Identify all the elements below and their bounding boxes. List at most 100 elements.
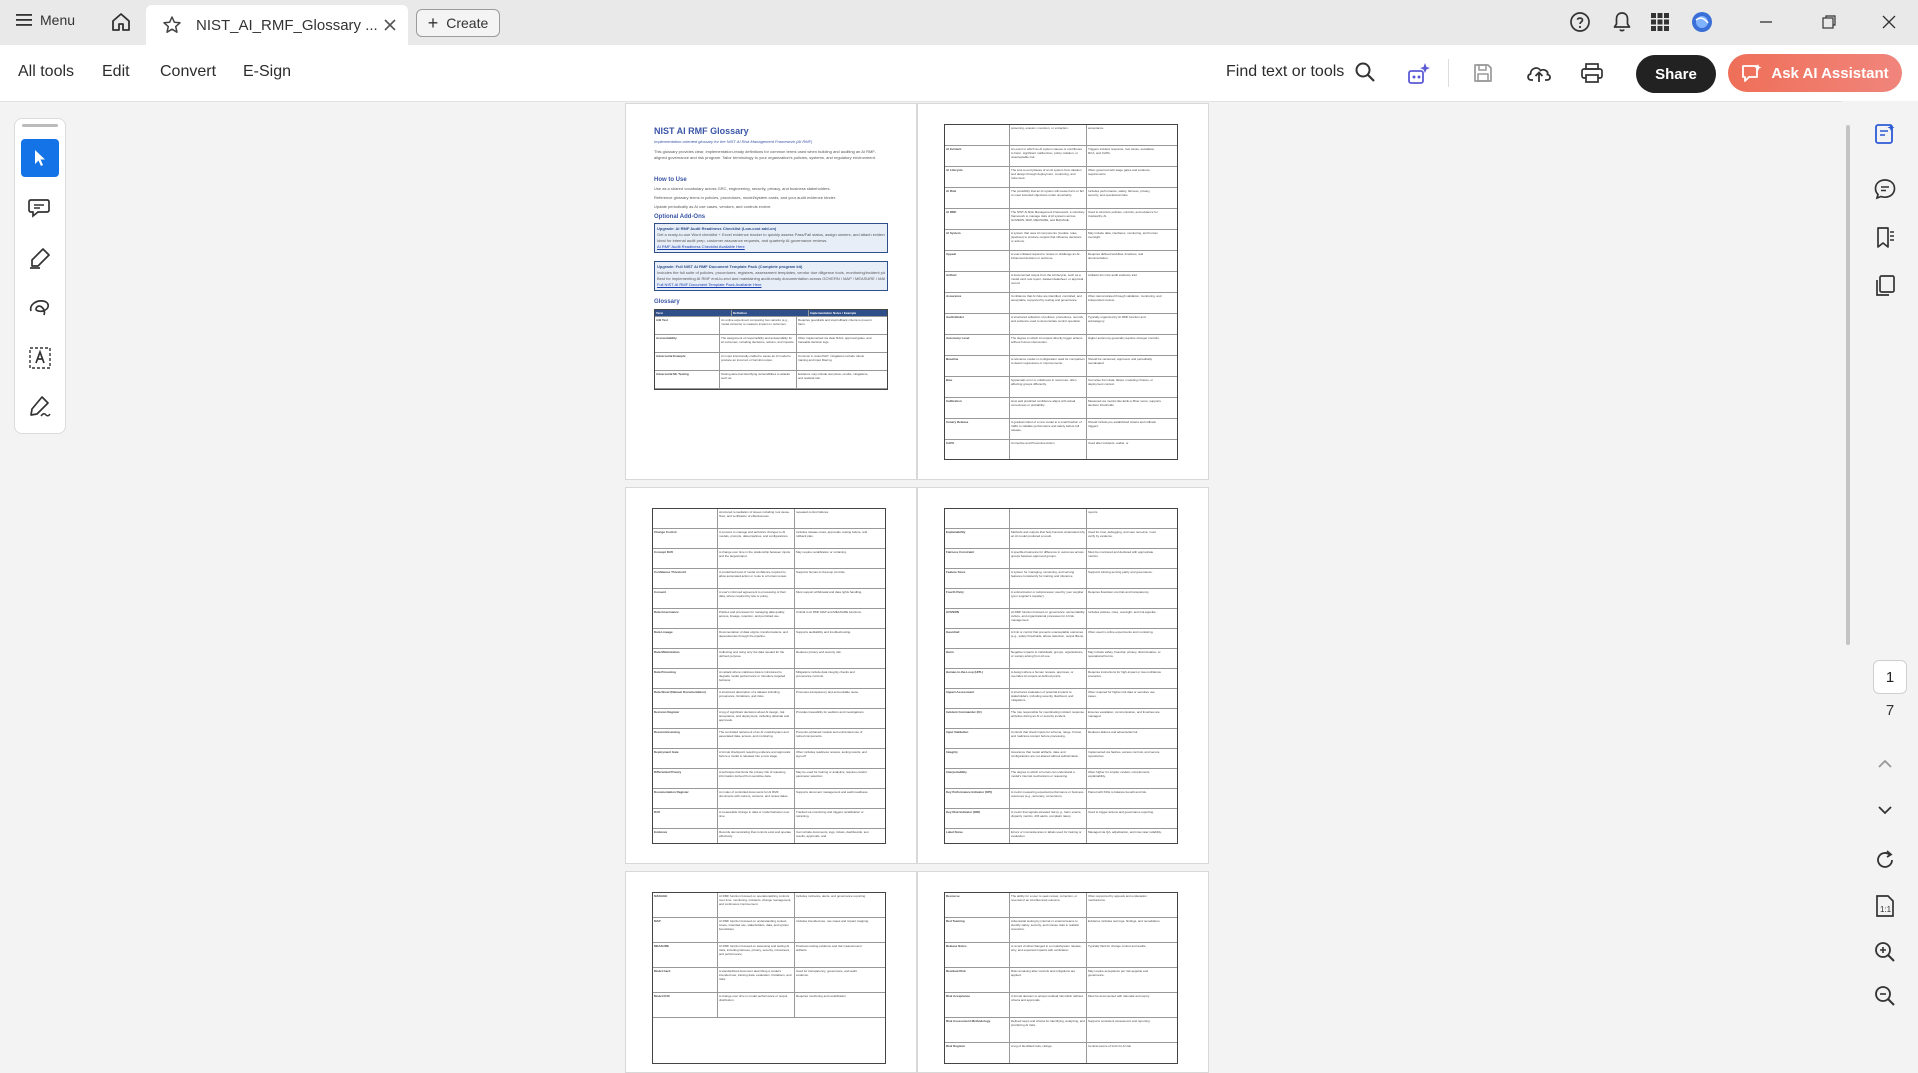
vertical-scrollbar[interactable] (1846, 125, 1850, 645)
table-cell: Canary Release (945, 419, 1010, 439)
create-button[interactable]: + Create (416, 9, 500, 37)
current-page-input[interactable]: 1 (1873, 660, 1907, 694)
text-box-button[interactable] (21, 339, 59, 377)
document-page-3[interactable]: structured remediation of issues includi… (625, 487, 917, 864)
ai-tools-icon[interactable] (1406, 61, 1432, 92)
table-cell: Assurance (945, 293, 1010, 313)
doc-intro: This glossary provides clear, implementa… (654, 149, 877, 160)
table-cell: A documented output from the AI lifecycl… (1010, 272, 1087, 292)
table-row: Data Lineage Documentation of data origin… (653, 629, 885, 649)
sign-tool-button[interactable] (21, 387, 59, 425)
table-cell: Often required for higher-risk data or s… (1088, 690, 1155, 698)
edit-menu[interactable]: Edit (102, 63, 130, 81)
draw-tool-button[interactable] (21, 289, 59, 327)
table-cell: Feature Store (945, 569, 1010, 588)
scroll-down-button[interactable] (1870, 795, 1900, 825)
table-cell: Label Noise (945, 829, 1010, 843)
table-cell: Fourth Party (945, 589, 1010, 608)
document-page-4[interactable]: reports. Explainability Methods and output… (917, 487, 1209, 864)
table-cell: Must support withdrawal and data rights … (796, 590, 863, 594)
find-label: Find text or tools (1226, 63, 1345, 80)
help-icon[interactable] (1566, 10, 1594, 34)
apps-grid-icon[interactable] (1646, 10, 1674, 34)
table-cell: Key Risk Indicator (KRI) (945, 809, 1010, 828)
scroll-up-button[interactable] (1870, 749, 1900, 779)
upload-cloud-icon[interactable] (1526, 62, 1552, 89)
table-cell: A record of what changed in a model/syst… (1010, 943, 1087, 967)
highlight-tool-button[interactable] (21, 239, 59, 277)
notifications-bell-icon[interactable] (1608, 10, 1636, 34)
table-header: Term Definition Implementation Notes / E… (655, 310, 887, 317)
table-row: Differential Privacy A technique that lim… (653, 769, 885, 789)
table-cell: Interpretability (945, 769, 1010, 788)
user-avatar[interactable] (1688, 10, 1716, 34)
document-page-5[interactable]: MANAGE AI RMF function focused on operati… (625, 871, 917, 1073)
page-fit-button[interactable]: 1:1 (1870, 891, 1900, 921)
table-cell: A formal decision to accept residual ris… (1010, 993, 1087, 1017)
home-button[interactable] (110, 11, 132, 36)
table-cell: AI RMF function focused on understanding… (718, 918, 795, 942)
table-row: Risk Acceptance A formal decision to acce… (945, 993, 1177, 1018)
table-cell: MEASURE (653, 943, 718, 967)
table-cell: Deployment Gate (653, 749, 718, 768)
glossary-table: reports. Explainability Methods and output… (944, 508, 1178, 844)
table-row: Accountability The assignment of responsi… (655, 335, 887, 353)
table-cell: A system that uses AI components (models… (1010, 230, 1087, 250)
table-cell: Reduces failures and adversarial risk. (1088, 730, 1139, 734)
close-window-icon[interactable] (1875, 10, 1903, 34)
how-to-use-item: Update periodically as AI use cases, ven… (654, 204, 772, 209)
search-icon (1354, 61, 1376, 83)
table-header-cell: Implementation Notes / Example (810, 311, 857, 315)
save-icon[interactable] (1472, 62, 1494, 89)
star-icon[interactable] (162, 15, 182, 35)
addon-link[interactable]: AI RMF Audit Readiness Checklist Availab… (657, 244, 885, 250)
zoom-out-button[interactable] (1870, 981, 1900, 1011)
table-cell: Model Card (653, 968, 718, 992)
pages-button[interactable] (1870, 271, 1900, 301)
restore-icon[interactable] (1815, 10, 1843, 34)
comments-icon (1873, 177, 1897, 201)
minimize-icon[interactable] (1752, 10, 1780, 34)
find-text-tools[interactable]: Find text or tools (1226, 61, 1376, 83)
table-cell: Release Notes (945, 943, 1010, 967)
panel-grip[interactable] (22, 124, 58, 127)
add-comment-button[interactable] (21, 189, 59, 227)
table-cell (945, 125, 1010, 145)
document-page-1[interactable]: NIST AI RMF Glossary Implementation-orie… (625, 103, 917, 480)
esign-menu[interactable]: E-Sign (243, 63, 291, 81)
ask-ai-assistant-button[interactable]: Ask AI Assistant (1728, 54, 1902, 92)
print-icon[interactable] (1580, 62, 1604, 89)
table-cell: Supports document management and audit r… (796, 790, 869, 794)
table-cell: Often includes readiness reviews, testin… (796, 750, 867, 758)
document-tab[interactable]: NIST_AI_RMF_Glossary ... (146, 5, 408, 45)
table-cell: Implemented via hashes, access controls,… (1088, 750, 1160, 758)
comments-button[interactable] (1870, 174, 1900, 204)
share-button[interactable]: Share (1636, 55, 1716, 93)
table-cell: Often higher for simpler models; complem… (1088, 770, 1150, 778)
table-row: Evidence Records demonstrating that contr… (653, 829, 885, 843)
document-page-6[interactable]: Recourse The ability for a user to seek r… (917, 871, 1209, 1073)
table-cell: Fairness Constraint (945, 549, 1010, 568)
table-row: Confidence Threshold A predefined level o… (653, 569, 885, 589)
select-tool-button[interactable] (21, 139, 59, 177)
table-cell: Measured via metrics like ECE or Brier s… (1088, 399, 1161, 407)
table-cell: Supports auditability and troubleshootin… (796, 630, 852, 634)
addon-link[interactable]: Full NIST AI RMF Document Template Pack … (657, 282, 885, 288)
table-cell: Harm (945, 649, 1010, 668)
edit-panel-button[interactable] (1870, 119, 1900, 149)
convert-menu[interactable]: Convert (160, 63, 216, 81)
all-tools-menu[interactable]: All tools (18, 63, 74, 81)
table-cell: Risk Register (945, 1043, 1010, 1063)
refresh-button[interactable] (1870, 845, 1900, 875)
close-tab-icon[interactable] (383, 18, 397, 32)
menu-button[interactable]: Menu (16, 12, 75, 28)
table-row: Drift A measurable change in data or mode… (653, 809, 885, 829)
table-cell: AI System (945, 230, 1010, 250)
table-cell: A standardized document describing a mod… (718, 968, 795, 992)
bookmarks-button[interactable] (1870, 223, 1900, 253)
document-page-2[interactable]: poisoning, evasion, inversion, or extrac… (917, 103, 1209, 480)
table-cell: A user-initiated request to review or ch… (1010, 251, 1087, 271)
table-cell: Paired with KRIs to balance benefit and … (1088, 790, 1147, 794)
zoom-in-button[interactable] (1870, 937, 1900, 967)
addon-box-2: Upgrade: Full NIST AI RMF Document Templ… (654, 261, 888, 291)
